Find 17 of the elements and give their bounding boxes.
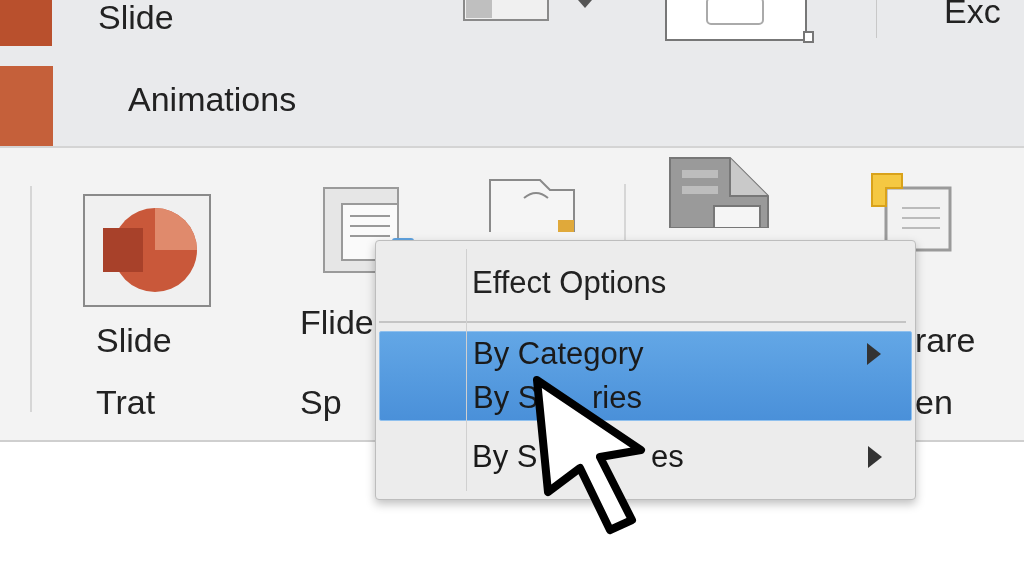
powerpoint-icon <box>83 194 211 307</box>
ribbon-label[interactable]: Slide <box>96 320 172 360</box>
ribbon-label[interactable]: Trat <box>96 382 156 422</box>
ribbon-label[interactable]: rare <box>915 320 976 360</box>
menu-item[interactable]: By S es <box>379 421 912 493</box>
menu-item[interactable]: By Category <box>380 332 911 376</box>
caret-icon[interactable] <box>578 0 592 8</box>
animations-tab[interactable]: Animations <box>128 80 297 119</box>
ribbon-label: Exc <box>944 0 1001 28</box>
slide-icon <box>665 0 815 44</box>
ribbon-label[interactable]: Sp <box>300 382 342 422</box>
ribbon-label[interactable]: en <box>915 382 953 422</box>
app-tile <box>0 0 52 46</box>
ribbon-label[interactable]: Flide <box>300 302 374 342</box>
page-icon <box>668 156 772 228</box>
ribbon-label: Slide <box>98 0 174 34</box>
menu-title: Effect Options <box>379 245 906 323</box>
